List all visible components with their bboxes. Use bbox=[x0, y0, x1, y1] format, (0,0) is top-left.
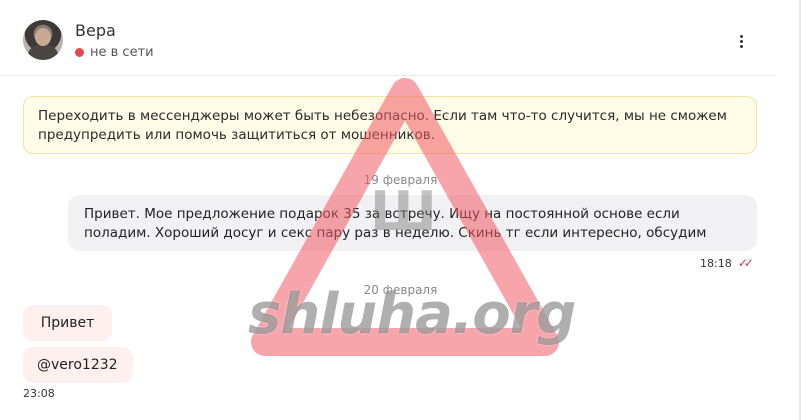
date-separator: 20 февраля bbox=[363, 283, 438, 297]
message-time: 23:08 bbox=[23, 387, 55, 400]
contact-status: не в сети bbox=[75, 45, 154, 60]
contact-name[interactable]: Вера bbox=[75, 21, 116, 40]
message-time: 18:18 bbox=[700, 256, 732, 270]
outgoing-message[interactable]: Привет. Мое предложение подарок 35 за вс… bbox=[68, 195, 757, 251]
incoming-message[interactable]: @vero1232 bbox=[23, 347, 133, 383]
offline-dot-icon bbox=[75, 48, 84, 57]
messenger-warning-banner: Переходить в мессенджеры может быть небе… bbox=[23, 96, 757, 154]
more-vertical-icon[interactable] bbox=[731, 30, 751, 52]
double-check-icon: ✓✓ bbox=[737, 256, 754, 270]
avatar-face-shape bbox=[35, 28, 51, 46]
outgoing-message-meta: 18:18 ✓✓ bbox=[700, 256, 754, 270]
avatar[interactable] bbox=[23, 20, 63, 60]
chat-window: Вера не в сети Переходить в мессенджеры … bbox=[0, 0, 801, 420]
chat-header: Вера не в сети bbox=[0, 0, 776, 76]
avatar-body-shape bbox=[28, 44, 58, 60]
contact-status-text: не в сети bbox=[90, 45, 154, 60]
incoming-message[interactable]: Привет bbox=[23, 305, 112, 341]
date-separator: 19 февраля bbox=[363, 173, 438, 187]
